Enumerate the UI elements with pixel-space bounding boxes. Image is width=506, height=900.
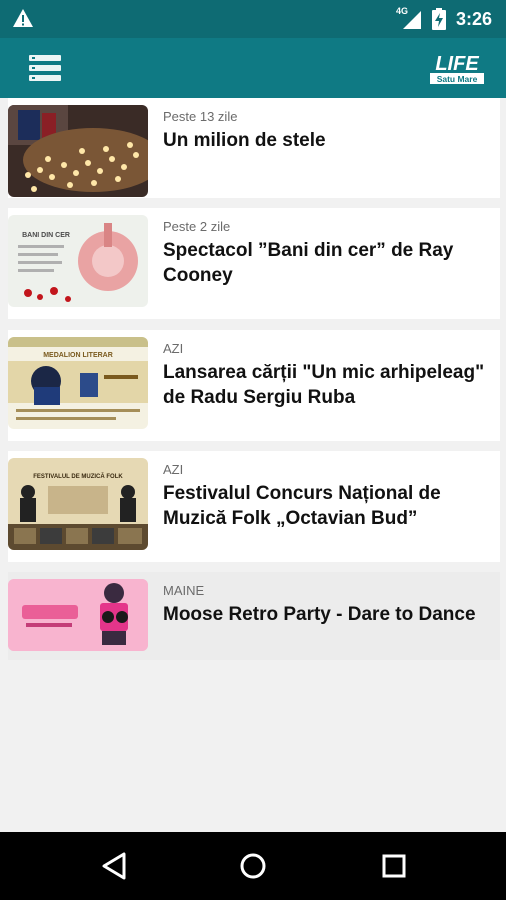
thumb-text: MEDALION LITERAR [43, 352, 113, 359]
signal-icon [403, 11, 421, 29]
back-icon[interactable] [96, 848, 132, 884]
home-icon[interactable] [235, 848, 271, 884]
menu-icon[interactable] [28, 53, 62, 83]
logo-main: LIFE [435, 53, 479, 75]
app-logo[interactable]: LIFE Satu Mare [428, 50, 486, 86]
event-title: Moose Retro Party - Dare to Dance [163, 604, 476, 625]
event-title: Lansarea cărții "Un mic arhipeleag" de R… [163, 362, 485, 408]
status-bar: 4G 3:26 [0, 0, 506, 38]
event-title: Un milion de stele [163, 130, 326, 151]
recents-icon[interactable] [376, 848, 412, 884]
event-title: Festivalul Concurs Național de Muzică Fo… [163, 483, 441, 529]
logo-sub: Satu Mare [437, 74, 478, 84]
thumb-text: FESTIVALUL DE MUZICĂ FOLK [33, 473, 123, 480]
event-date: MAINE [163, 583, 205, 598]
event-card[interactable]: BANI DIN CER Peste 2 zile Spectacol ”Ban… [8, 208, 500, 319]
event-date: AZI [163, 341, 184, 356]
event-card[interactable]: Peste 13 zile Un milion de stele [8, 98, 500, 198]
event-thumbnail: MEDALION LITERAR [8, 337, 148, 429]
system-nav-bar [0, 832, 506, 900]
warning-icon [13, 9, 33, 27]
event-date: Peste 2 zile [163, 219, 231, 234]
battery-charging-icon [432, 8, 446, 30]
event-card[interactable]: MAINE Moose Retro Party - Dare to Dance [8, 572, 500, 660]
thumb-text: BANI DIN CER [22, 232, 70, 239]
clock: 3:26 [456, 9, 493, 29]
event-thumbnail: FESTIVALUL DE MUZICĂ FOLK [8, 458, 148, 550]
event-date: Peste 13 zile [163, 109, 238, 124]
event-thumbnail: BANI DIN CER [8, 215, 148, 307]
event-card[interactable]: FESTIVALUL DE MUZICĂ FOLK AZI Festivalul… [8, 451, 500, 562]
event-card[interactable]: MEDALION LITERAR AZI Lansarea cărții "Un… [8, 330, 500, 441]
app-bar: LIFE Satu Mare [0, 38, 506, 98]
event-thumbnail [8, 105, 148, 197]
event-date: AZI [163, 462, 184, 477]
event-thumbnail [8, 579, 148, 651]
event-title: Spectacol ”Bani din cer” de Ray Cooney [163, 240, 454, 286]
